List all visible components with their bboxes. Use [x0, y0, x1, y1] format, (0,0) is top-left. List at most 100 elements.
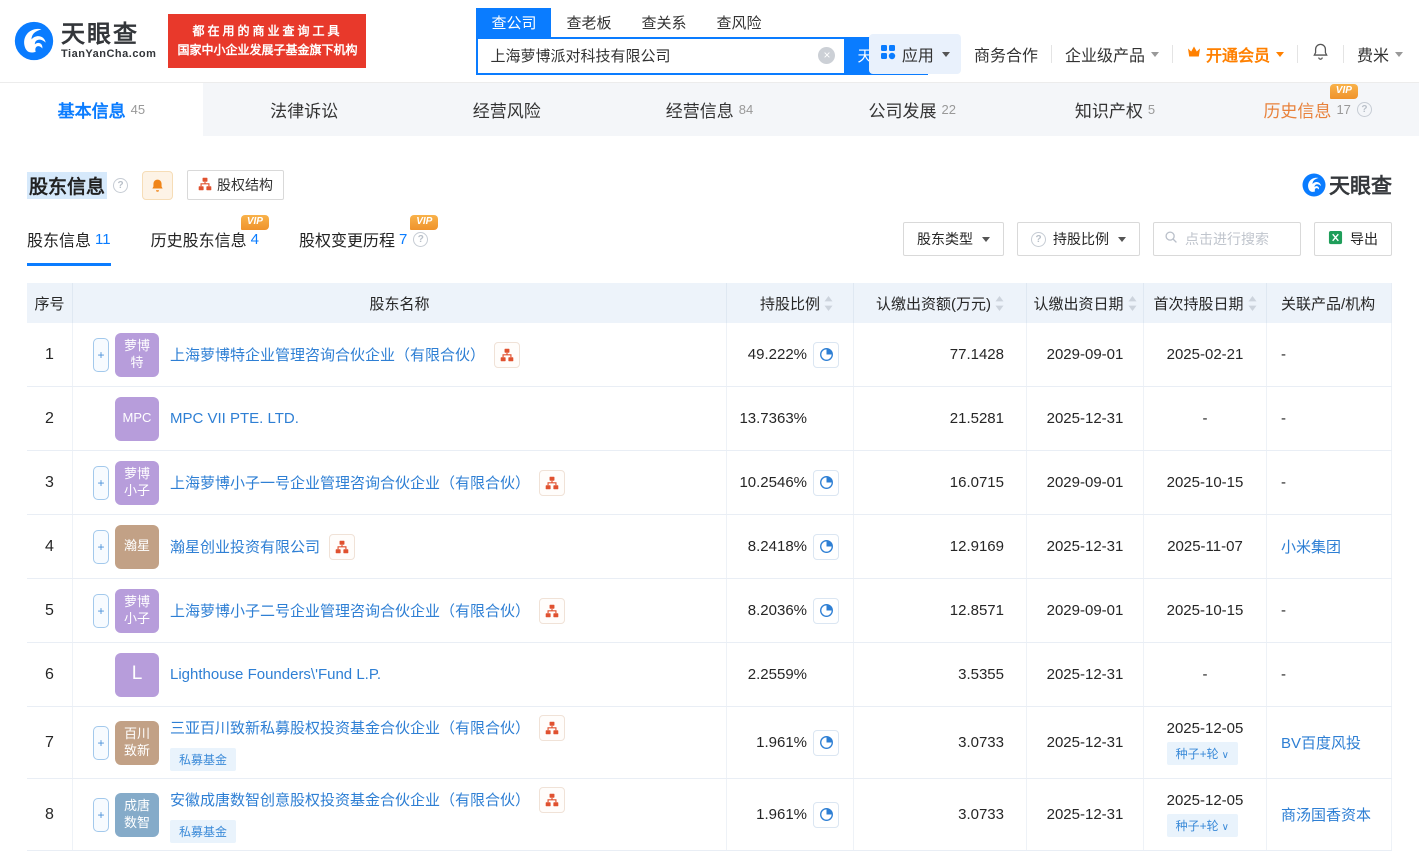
ratio-pie-chart-icon[interactable]	[813, 801, 839, 828]
search-tab-risk[interactable]: 查风险	[702, 8, 777, 37]
chevron-down-icon: ∨	[1221, 750, 1229, 761]
shareholder-name-link[interactable]: MPC VII PTE. LTD.	[170, 410, 299, 427]
help-icon[interactable]: ?	[413, 231, 429, 247]
nav-open-vip[interactable]: 开通会员	[1186, 42, 1284, 66]
cell-amount: 12.9169	[854, 515, 1027, 578]
equity-structure-button[interactable]: 股权结构	[187, 170, 285, 200]
filters: 股东类型 ? 持股比例 导	[903, 222, 1392, 266]
tab-development[interactable]: 公司发展 22	[811, 83, 1014, 136]
expand-button[interactable]: +	[93, 725, 109, 760]
col-label: 关联产品/机构	[1281, 295, 1376, 313]
tab-intellectual-property[interactable]: 知识产权 5	[1014, 83, 1217, 136]
shareholder-name-link[interactable]: Lighthouse Founders\'Fund L.P.	[170, 666, 381, 683]
shareholder-name-link[interactable]: 上海萝博小子二号企业管理咨询合伙企业（有限合伙）	[170, 600, 530, 621]
search-tab-boss[interactable]: 查老板	[551, 8, 626, 37]
monitor-bell-button[interactable]	[142, 170, 174, 200]
help-icon[interactable]: ?	[113, 177, 129, 193]
table-search-box[interactable]	[1153, 222, 1301, 256]
related-product-value: -	[1281, 474, 1286, 491]
equity-structure-icon[interactable]	[539, 714, 566, 741]
apps-menu[interactable]: 应用	[868, 34, 961, 74]
cell-first-date: 2025-10-15	[1144, 579, 1267, 642]
notification-bell-icon[interactable]	[1311, 42, 1330, 66]
equity-structure-icon[interactable]	[539, 786, 566, 813]
help-icon: ?	[1031, 231, 1046, 247]
related-product-link[interactable]: 小米集团	[1281, 536, 1341, 557]
export-button[interactable]: 导出	[1314, 222, 1392, 256]
company-search-input[interactable]	[478, 47, 845, 64]
equity-structure-icon[interactable]	[494, 341, 521, 368]
row-seq: 2	[45, 409, 54, 427]
subscribed-amount: 16.0715	[949, 474, 1004, 491]
col-sub_date[interactable]: 认缴出资日期	[1027, 283, 1144, 323]
funding-round-tag[interactable]: 种子+轮 ∨	[1166, 742, 1238, 765]
col-amount[interactable]: 认缴出资额(万元)	[854, 283, 1027, 323]
tab-business-info[interactable]: 经营信息 84	[608, 83, 811, 136]
equity-structure-icon[interactable]	[539, 469, 566, 496]
table-row: 2 MPC MPC VII PTE. LTD. 13.7363% 21.5281 2025…	[27, 387, 1392, 451]
expand-button[interactable]: +	[93, 465, 109, 500]
search-tab-relation[interactable]: 查关系	[626, 8, 701, 37]
watermark-text: 天眼查	[1329, 175, 1392, 198]
tab-legal[interactable]: 法律诉讼	[203, 83, 406, 136]
equity-structure-label: 股权结构	[217, 177, 274, 193]
tab-history[interactable]: 历史信息 17 VIP?	[1216, 83, 1419, 136]
subtab-equity-changes[interactable]: 股权变更历程 7 VIP?	[299, 215, 439, 266]
nav-user-menu[interactable]: 费米	[1357, 42, 1403, 66]
col-first_date[interactable]: 首次持股日期	[1144, 283, 1267, 323]
cell-first-date: 2025-02-21	[1144, 323, 1267, 386]
equity-structure-icon[interactable]	[539, 597, 566, 624]
subtab-shareholders[interactable]: 股东信息 11	[27, 227, 111, 266]
shareholder-name-link[interactable]: 三亚百川致新私募股权投资基金合伙企业（有限合伙）	[170, 717, 530, 738]
table-body: 1 + 萝博特上海萝博特企业管理咨询合伙企业（有限合伙） 49.222% 77.1428…	[27, 323, 1392, 851]
brand[interactable]: 天眼查 TianYanCha.com	[14, 21, 156, 61]
related-product-link[interactable]: BV百度风投	[1281, 732, 1361, 753]
ratio-pie-chart-icon[interactable]	[813, 533, 839, 560]
funding-round-tag[interactable]: 种子+轮 ∨	[1166, 814, 1238, 837]
subscribed-amount: 21.5281	[949, 410, 1004, 427]
ratio-pie-chart-icon[interactable]	[813, 597, 839, 624]
expand-button[interactable]: +	[93, 797, 109, 832]
shareholder-name-link[interactable]: 安徽成唐数智创意股权投资基金合伙企业（有限合伙）	[170, 789, 530, 810]
help-icon[interactable]: ?	[1356, 102, 1372, 117]
tab-operating-risk[interactable]: 经营风险	[405, 83, 608, 136]
subscribed-date: 2029-09-01	[1046, 346, 1124, 363]
ratio-pie-chart-icon[interactable]	[813, 729, 839, 756]
subtab-count: 7	[398, 230, 408, 248]
nav-enterprise-products[interactable]: 企业级产品	[1065, 42, 1159, 66]
cell-first-date: -	[1144, 387, 1267, 450]
shareholder-type-dropdown[interactable]: 股东类型	[903, 222, 1004, 256]
holding-ratio-dropdown[interactable]: ? 持股比例	[1017, 222, 1140, 256]
equity-structure-icon[interactable]	[329, 533, 356, 560]
cell-seq: 8	[27, 779, 73, 850]
subscribed-amount: 12.9169	[949, 538, 1004, 555]
chevron-down-icon	[982, 236, 990, 242]
shareholder-name-link[interactable]: 上海萝博小子一号企业管理咨询合伙企业（有限合伙）	[170, 472, 530, 493]
ratio-pie-chart-icon[interactable]	[813, 341, 839, 368]
first-holding-date: 2025-12-05	[1166, 720, 1244, 737]
subscribed-date: 2029-09-01	[1046, 602, 1124, 619]
cell-first-date: 2025-12-05 种子+轮 ∨	[1144, 707, 1267, 778]
cell-subscribed-date: 2029-09-01	[1027, 323, 1144, 386]
table-search-input[interactable]	[1185, 231, 1290, 247]
col-ratio[interactable]: 持股比例	[727, 283, 854, 323]
col-related: 关联产品/机构	[1267, 283, 1392, 323]
excel-icon	[1328, 230, 1343, 248]
first-holding-date: -	[1202, 666, 1208, 683]
shareholder-name-link[interactable]: 上海萝博特企业管理咨询合伙企业（有限合伙）	[170, 344, 485, 365]
search-tabs: 查公司 查老板 查关系 查风险	[476, 7, 928, 37]
col-label: 认缴出资额(万元)	[876, 295, 991, 313]
search-tab-company[interactable]: 查公司	[476, 7, 552, 37]
crown-icon	[1186, 44, 1202, 65]
expand-button[interactable]: +	[93, 593, 109, 628]
shareholder-name-link[interactable]: 瀚星创业投资有限公司	[170, 536, 320, 557]
subtab-history-shareholders[interactable]: 历史股东信息 4 VIP	[151, 215, 269, 266]
tab-basic-info[interactable]: 基本信息 45	[0, 83, 203, 136]
ratio-pie-chart-icon[interactable]	[813, 469, 839, 496]
expand-button[interactable]: +	[93, 529, 109, 564]
nav-business-coop[interactable]: 商务合作	[974, 42, 1038, 66]
banner-line2: 国家中小企业发展子基金旗下机构	[177, 43, 358, 57]
tab-label: 历史信息	[1263, 102, 1332, 121]
expand-button[interactable]: +	[93, 337, 109, 372]
related-product-link[interactable]: 商汤国香资本	[1281, 804, 1371, 825]
